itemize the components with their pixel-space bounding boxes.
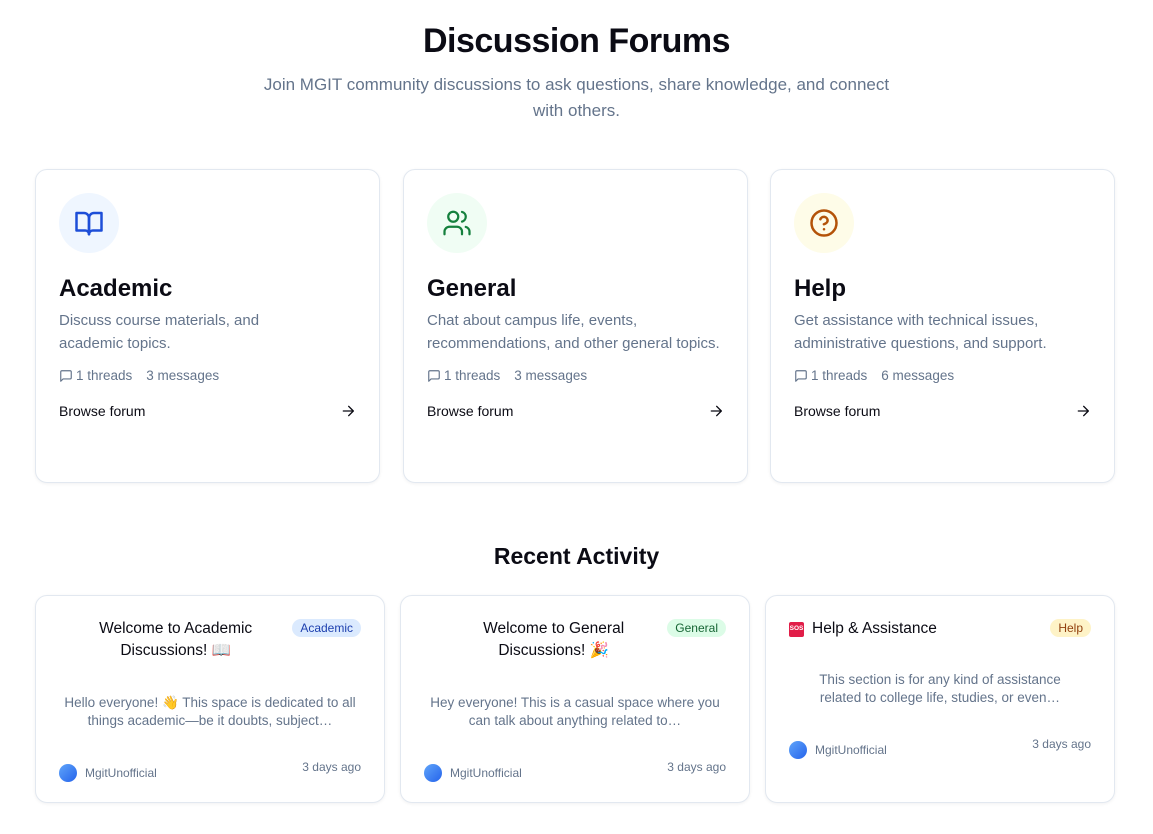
browse-forum-label: Browse forum	[59, 403, 146, 419]
activity-footer: MgitUnofficial 3 days ago	[789, 737, 1091, 759]
author-name: MgitUnofficial	[85, 766, 157, 780]
thread-count: 1 threads	[811, 368, 868, 383]
arrow-right-icon	[1075, 403, 1091, 419]
browse-forum-link[interactable]: Browse forum	[794, 403, 1091, 419]
users-icon	[427, 193, 487, 253]
avatar	[424, 764, 442, 782]
activity-title[interactable]: Welcome to General Discussions! 🎉	[424, 618, 667, 662]
activity-card-academic[interactable]: Welcome to Academic Discussions! 📖 Acade…	[35, 595, 385, 803]
forum-card-academic[interactable]: Academic Discuss course materials, and a…	[35, 169, 380, 483]
message-square-icon	[59, 369, 73, 383]
arrow-right-icon	[708, 403, 724, 419]
activity-title-text: Help & Assistance	[812, 620, 937, 637]
category-badge: General	[667, 619, 726, 637]
browse-forum-link[interactable]: Browse forum	[427, 403, 724, 419]
message-count: 6 messages	[881, 368, 955, 383]
forum-name: Academic	[59, 275, 173, 302]
forum-name: General	[427, 275, 517, 302]
browse-forum-label: Browse forum	[794, 403, 881, 419]
activity-title[interactable]: Welcome to Academic Discussions! 📖	[59, 618, 292, 662]
category-badge: Academic	[292, 619, 361, 637]
thread-count: 1 threads	[76, 368, 133, 383]
activity-footer: MgitUnofficial 3 days ago	[59, 760, 361, 782]
activity-card-general[interactable]: Welcome to General Discussions! 🎉 Genera…	[400, 595, 750, 803]
arrow-right-icon	[340, 403, 356, 419]
forum-name: Help	[794, 275, 847, 302]
author-name: MgitUnofficial	[450, 766, 522, 780]
page-subtitle: Join MGIT community discussions to ask q…	[263, 75, 890, 120]
activity-excerpt: Hello everyone! 👋 This space is dedicate…	[64, 695, 356, 728]
avatar	[789, 741, 807, 759]
activity-excerpt: Hey everyone! This is a casual space whe…	[430, 695, 720, 728]
message-count: 3 messages	[146, 368, 220, 383]
author[interactable]: MgitUnofficial	[789, 741, 887, 759]
forum-stats: 1 threads 6 messages	[794, 368, 1091, 383]
forum-description: Chat about campus life, events, recommen…	[427, 312, 720, 352]
activity-header: Welcome to General Discussions! 🎉 Genera…	[424, 618, 726, 662]
recent-activity-title: Recent Activity	[493, 543, 660, 569]
forum-card-general[interactable]: General Chat about campus life, events, …	[403, 169, 748, 483]
help-circle-icon	[794, 193, 854, 253]
book-open-icon	[59, 193, 119, 253]
forum-stats: 1 threads 3 messages	[427, 368, 724, 383]
activity-header: Welcome to Academic Discussions! 📖 Acade…	[59, 618, 361, 662]
author[interactable]: MgitUnofficial	[424, 764, 522, 782]
author-name: MgitUnofficial	[815, 743, 887, 757]
sos-icon: SOS	[789, 621, 804, 637]
browse-forum-label: Browse forum	[427, 403, 514, 419]
activity-title[interactable]: SOS Help & Assistance	[789, 618, 1050, 640]
activity-excerpt: This section is for any kind of assistan…	[819, 672, 1061, 705]
activity-card-help[interactable]: SOS Help & Assistance Help This section …	[765, 595, 1115, 803]
timestamp: 3 days ago	[302, 760, 361, 774]
author[interactable]: MgitUnofficial	[59, 764, 157, 782]
timestamp: 3 days ago	[667, 760, 726, 774]
category-badge: Help	[1050, 619, 1091, 637]
page-title: Discussion Forums	[422, 22, 731, 60]
timestamp: 3 days ago	[1032, 737, 1091, 751]
message-square-icon	[427, 369, 441, 383]
message-count: 3 messages	[514, 368, 588, 383]
thread-count: 1 threads	[444, 368, 501, 383]
forum-description: Discuss course materials, and academic t…	[59, 312, 260, 352]
forum-card-help[interactable]: Help Get assistance with technical issue…	[770, 169, 1115, 483]
avatar	[59, 764, 77, 782]
activity-footer: MgitUnofficial 3 days ago	[424, 760, 726, 782]
forum-stats: 1 threads 3 messages	[59, 368, 356, 383]
message-square-icon	[794, 369, 808, 383]
forum-description: Get assistance with technical issues, ad…	[794, 312, 1047, 352]
browse-forum-link[interactable]: Browse forum	[59, 403, 356, 419]
activity-header: SOS Help & Assistance Help	[789, 618, 1091, 640]
